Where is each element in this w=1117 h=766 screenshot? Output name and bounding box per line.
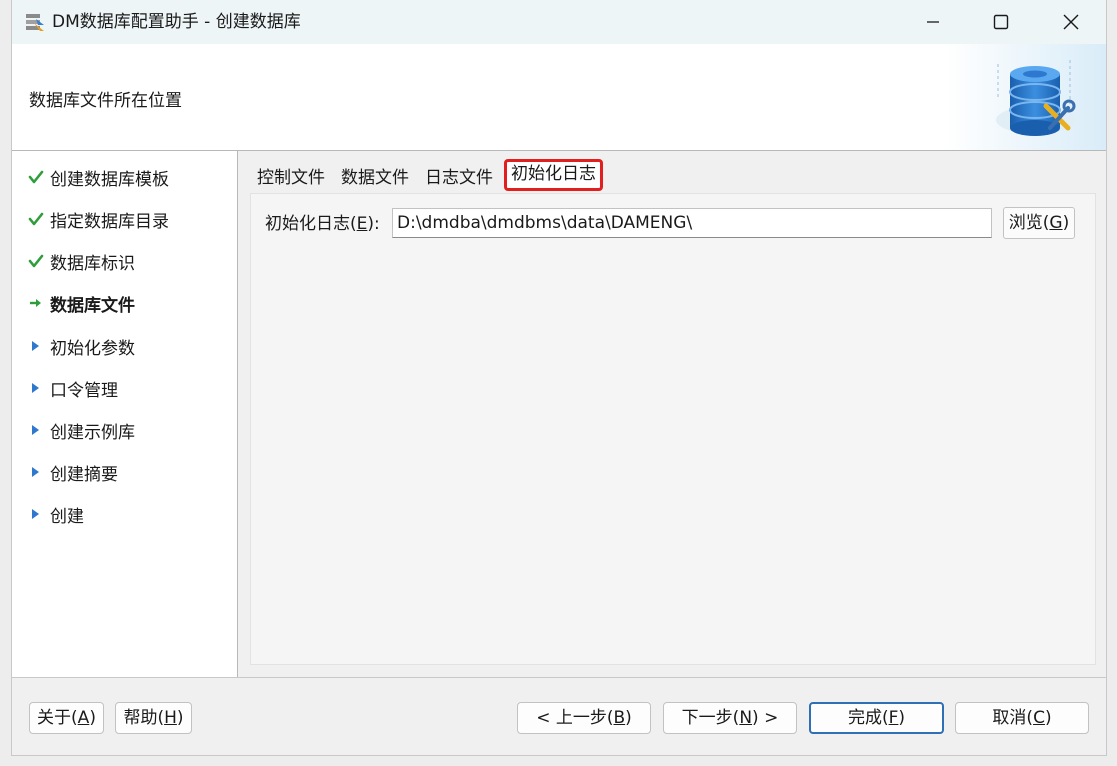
minimize-button[interactable]	[898, 0, 968, 44]
step-label: 指定数据库目录	[50, 211, 169, 232]
step-label: 初始化参数	[50, 338, 135, 359]
close-button[interactable]	[1036, 0, 1106, 44]
step-label: 数据库文件	[50, 295, 135, 316]
check-icon	[28, 209, 50, 229]
cancel-button[interactable]: 取消(C)	[955, 702, 1089, 734]
about-button[interactable]: 关于(A)	[29, 702, 104, 734]
maximize-icon	[993, 14, 1009, 30]
check-icon	[28, 167, 50, 187]
step-label: 创建	[50, 506, 84, 527]
wizard-header: 数据库文件所在位置	[12, 44, 1106, 151]
minimize-icon	[927, 21, 939, 23]
app-icon	[24, 11, 46, 33]
step-label: 数据库标识	[50, 253, 135, 274]
wizard-steps-sidebar: 创建数据库模板 指定数据库目录 数据库标识 数据库文件 初始化参数 口令管理 创…	[12, 151, 238, 677]
step-label: 创建示例库	[50, 422, 135, 443]
step-db-identity: 数据库标识	[28, 248, 135, 274]
triangle-right-icon	[28, 462, 50, 482]
header-title: 数据库文件所在位置	[29, 91, 182, 111]
content-area: 控制文件 数据文件 日志文件 初始化日志 初始化日志(E): 浏览(G)	[238, 151, 1106, 677]
step-db-directory: 指定数据库目录	[28, 206, 169, 232]
maximize-button[interactable]	[966, 0, 1036, 44]
triangle-right-icon	[28, 336, 50, 356]
main-window: DM数据库配置助手 - 创建数据库 数据库文件所在位置 创建数据库模板 指定数据…	[11, 0, 1107, 756]
init-log-path-input[interactable]	[392, 208, 992, 238]
init-log-panel: 初始化日志(E): 浏览(G)	[250, 193, 1096, 665]
title-bar[interactable]: DM数据库配置助手 - 创建数据库	[12, 0, 1106, 44]
help-button[interactable]: 帮助(H)	[115, 702, 192, 734]
step-create: 创建	[28, 501, 84, 527]
triangle-right-icon	[28, 504, 50, 524]
tab-init-log[interactable]: 初始化日志	[504, 159, 603, 191]
init-log-label: 初始化日志(E):	[265, 214, 380, 234]
step-sample-db: 创建示例库	[28, 417, 135, 443]
close-icon	[1063, 14, 1079, 30]
window-title: DM数据库配置助手 - 创建数据库	[52, 12, 301, 32]
database-tools-icon	[946, 44, 1106, 150]
step-create-template: 创建数据库模板	[28, 164, 169, 190]
tab-log-files[interactable]: 日志文件	[422, 163, 496, 193]
next-button[interactable]: 下一步(N) >	[663, 702, 797, 734]
step-summary: 创建摘要	[28, 459, 118, 485]
step-label: 口令管理	[50, 380, 118, 401]
step-init-params: 初始化参数	[28, 333, 135, 359]
step-label: 创建数据库模板	[50, 169, 169, 190]
step-password: 口令管理	[28, 375, 118, 401]
step-db-files: 数据库文件	[28, 290, 135, 316]
browse-button[interactable]: 浏览(G)	[1003, 207, 1075, 239]
arrow-right-icon	[28, 293, 50, 313]
triangle-right-icon	[28, 420, 50, 440]
prev-button[interactable]: < 上一步(B)	[517, 702, 651, 734]
triangle-right-icon	[28, 378, 50, 398]
wizard-footer: 关于(A) 帮助(H) < 上一步(B) 下一步(N) > 完成(F) 取消(C…	[12, 677, 1106, 755]
step-label: 创建摘要	[50, 464, 118, 485]
check-icon	[28, 251, 50, 271]
finish-button[interactable]: 完成(F)	[809, 702, 944, 734]
tab-data-files[interactable]: 数据文件	[338, 163, 412, 193]
tab-control-files[interactable]: 控制文件	[254, 163, 328, 193]
